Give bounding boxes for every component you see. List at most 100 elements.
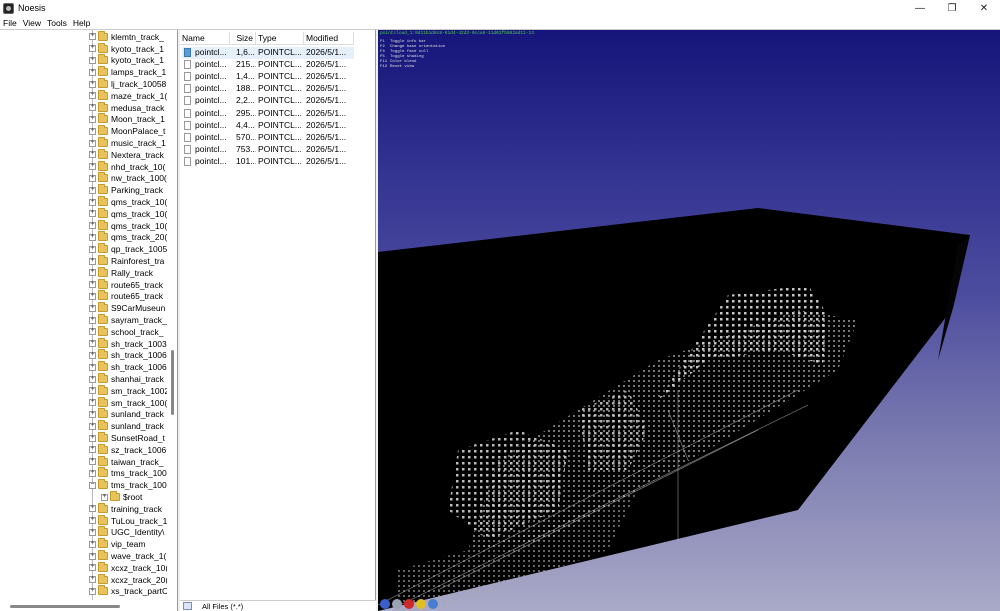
expand-icon[interactable]: +: [89, 115, 96, 123]
expand-icon[interactable]: +: [89, 469, 96, 477]
tree-item[interactable]: + TuLou_track_1: [0, 514, 170, 527]
tree-item[interactable]: + medusa_track: [0, 101, 170, 114]
tree-item[interactable]: + maze_track_1(: [0, 89, 170, 102]
tree-item[interactable]: + lamps_track_1: [0, 66, 170, 78]
file-row[interactable]: pointcl... 2,2... POINTCL... 2026/5/1...: [182, 95, 354, 107]
tree-item[interactable]: + sz_track_1006: [0, 443, 170, 456]
tree-item[interactable]: + school_track_: [0, 325, 170, 338]
expand-icon[interactable]: +: [89, 505, 96, 513]
tree-item[interactable]: + shanhai_track: [0, 373, 170, 385]
expand-icon[interactable]: +: [89, 304, 96, 312]
expand-icon[interactable]: +: [89, 399, 96, 407]
expand-icon[interactable]: +: [101, 493, 108, 501]
file-row[interactable]: pointcl... 188... POINTCL... 2026/5/1...: [182, 83, 354, 95]
menu-help[interactable]: Help: [70, 18, 93, 28]
file-row[interactable]: pointcl... 1,4... POINTCL... 2026/5/1...: [182, 71, 354, 83]
tree-item[interactable]: + Rally_track: [0, 266, 170, 279]
tree-item[interactable]: + sh_track_1006: [0, 361, 170, 373]
expand-icon[interactable]: +: [89, 257, 96, 265]
expand-icon[interactable]: +: [89, 104, 96, 112]
expand-icon[interactable]: +: [89, 564, 96, 572]
expand-icon[interactable]: +: [89, 245, 96, 253]
tree-item[interactable]: + kyoto_track_1: [0, 54, 170, 67]
tree-item[interactable]: + qms_track_10(: [0, 196, 170, 208]
tree-item[interactable]: + sm_track_1002: [0, 384, 170, 397]
expand-icon[interactable]: +: [89, 68, 96, 76]
expand-icon[interactable]: +: [89, 434, 96, 442]
column-header-type[interactable]: Type: [256, 32, 304, 45]
file-row[interactable]: pointcl... 215... POINTCL... 2026/5/1...: [182, 59, 354, 71]
tree-item[interactable]: + xs_track_partC: [0, 585, 170, 598]
tree-item[interactable]: + taiwan_track_: [0, 455, 170, 468]
expand-icon[interactable]: +: [89, 458, 96, 466]
column-header-modified[interactable]: Modified: [304, 32, 354, 45]
tree-item[interactable]: + sunland_track: [0, 420, 170, 432]
expand-icon[interactable]: +: [89, 446, 96, 454]
collapse-icon[interactable]: −: [89, 481, 96, 489]
expand-icon[interactable]: +: [89, 151, 96, 159]
menu-view[interactable]: View: [20, 18, 44, 28]
tree-item[interactable]: + sayram_track_: [0, 314, 170, 326]
expand-icon[interactable]: +: [89, 139, 96, 147]
tree-item[interactable]: + SunsetRoad_t: [0, 432, 170, 444]
expand-icon[interactable]: +: [89, 92, 96, 100]
expand-icon[interactable]: +: [89, 552, 96, 560]
info-icon[interactable]: [380, 599, 390, 609]
expand-icon[interactable]: +: [89, 422, 96, 430]
file-row[interactable]: pointcl... 295... POINTCL... 2026/5/1...: [182, 108, 354, 120]
expand-icon[interactable]: +: [89, 387, 96, 395]
tree-item[interactable]: + qms_track_10(: [0, 219, 170, 232]
expand-icon[interactable]: +: [89, 363, 96, 371]
tree-item[interactable]: + route65_track: [0, 278, 170, 291]
tree-item[interactable]: − tms_track_100: [0, 479, 170, 491]
expand-icon[interactable]: +: [89, 576, 96, 584]
file-row[interactable]: pointcl... 101... POINTCL... 2026/5/1...: [182, 156, 354, 168]
tree-item[interactable]: + MoonPalace_t: [0, 125, 170, 137]
tree-item[interactable]: + xcxz_track_10(: [0, 561, 170, 574]
expand-icon[interactable]: +: [89, 33, 96, 41]
expand-icon[interactable]: +: [89, 292, 96, 300]
expand-icon[interactable]: +: [89, 528, 96, 536]
tree-item[interactable]: + lj_track_10058: [0, 78, 170, 90]
tree-item[interactable]: + vip_team: [0, 538, 170, 550]
tree-item[interactable]: + kyoto_track_1: [0, 42, 170, 55]
tree-item[interactable]: + sh_track_1006: [0, 349, 170, 362]
expand-icon[interactable]: +: [89, 375, 96, 383]
expand-icon[interactable]: +: [89, 328, 96, 336]
expand-icon[interactable]: +: [89, 587, 96, 595]
expand-icon[interactable]: +: [89, 210, 96, 218]
column-header-size[interactable]: Size: [230, 32, 256, 45]
record-icon[interactable]: [404, 599, 414, 609]
tree-item[interactable]: + qp_track_1005: [0, 243, 170, 255]
expand-icon[interactable]: +: [89, 351, 96, 359]
expand-icon[interactable]: +: [89, 340, 96, 348]
file-list[interactable]: Name Size Type Modified All Files (*.*) …: [180, 30, 376, 611]
expand-icon[interactable]: +: [89, 233, 96, 241]
globe-icon[interactable]: [428, 599, 438, 609]
menu-tools[interactable]: Tools: [44, 18, 70, 28]
tree-item[interactable]: + training_track: [0, 502, 170, 515]
tree-item[interactable]: + sm_track_100(: [0, 396, 170, 409]
tree-horizontal-scrollbar[interactable]: [10, 605, 120, 608]
expand-icon[interactable]: +: [89, 517, 96, 525]
file-filter-select[interactable]: All Files (*.*): [202, 602, 243, 611]
maximize-button[interactable]: ❐: [936, 0, 968, 16]
tree-item[interactable]: + nhd_track_10(: [0, 160, 170, 173]
minimize-button[interactable]: —: [904, 0, 936, 16]
tree-item[interactable]: + qms_track_20(: [0, 231, 170, 244]
file-row[interactable]: pointcl... 753... POINTCL... 2026/5/1...: [182, 144, 354, 156]
expand-icon[interactable]: +: [89, 174, 96, 182]
filter-icon[interactable]: [183, 602, 192, 610]
tree-item[interactable]: + Rainforest_tra: [0, 255, 170, 267]
expand-icon[interactable]: +: [89, 269, 96, 277]
settings-icon[interactable]: [392, 599, 402, 609]
tree-item[interactable]: + sh_track_1003: [0, 337, 170, 350]
file-row[interactable]: pointcl... 570... POINTCL... 2026/5/1...: [182, 132, 354, 144]
tree-item[interactable]: + Moon_track_1: [0, 113, 170, 126]
tree-item[interactable]: + nw_track_100(: [0, 172, 170, 185]
tree-item[interactable]: + UGC_Identity\: [0, 526, 170, 539]
file-row[interactable]: pointcl... 4,4... POINTCL... 2026/5/1...: [182, 120, 354, 132]
tree-vertical-scrollbar[interactable]: [171, 350, 174, 415]
expand-icon[interactable]: +: [89, 45, 96, 53]
expand-icon[interactable]: +: [89, 540, 96, 548]
